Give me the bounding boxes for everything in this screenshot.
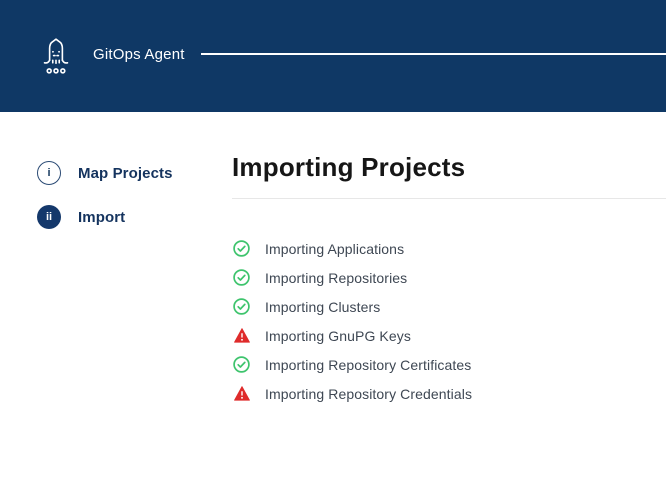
page-body: i Map Projects ii Import Importing Proje… [0,112,666,408]
import-status-label: Importing GnuPG Keys [265,328,411,344]
check-circle-icon [233,356,250,373]
import-status-list: Importing Applications Importing Reposit… [232,234,666,408]
title-divider [232,198,666,199]
import-status-row: Importing Repository Credentials [232,379,666,408]
check-circle-icon [233,269,250,286]
import-status-label: Importing Clusters [265,299,380,315]
check-circle-icon [233,298,250,315]
import-status-label: Importing Applications [265,241,404,257]
sidebar-item-map-projects[interactable]: i Map Projects [37,161,232,185]
warning-triangle-icon [233,385,250,402]
page-title: Importing Projects [232,152,666,183]
header-divider-line [201,53,666,55]
wizard-steps-nav: i Map Projects ii Import [0,112,232,408]
sidebar-item-label: Map Projects [78,165,173,182]
check-circle-icon [233,240,250,257]
import-status-label: Importing Repositories [265,270,407,286]
import-status-label: Importing Repository Credentials [265,386,472,402]
sidebar-item-label: Import [78,209,125,226]
octopus-logo-icon [38,35,74,77]
import-status-row: Importing Repositories [232,263,666,292]
import-status-row: Importing GnuPG Keys [232,321,666,350]
brand-title: GitOps Agent [93,46,185,63]
import-status-row: Importing Repository Certificates [232,350,666,379]
app-header: GitOps Agent [0,0,666,112]
step-two-badge: ii [37,205,61,229]
main-content: Importing Projects Importing Application… [232,112,666,408]
step-one-badge: i [37,161,61,185]
import-status-row: Importing Clusters [232,292,666,321]
import-status-row: Importing Applications [232,234,666,263]
sidebar-item-import[interactable]: ii Import [37,205,232,229]
warning-triangle-icon [233,327,250,344]
import-status-label: Importing Repository Certificates [265,357,471,373]
